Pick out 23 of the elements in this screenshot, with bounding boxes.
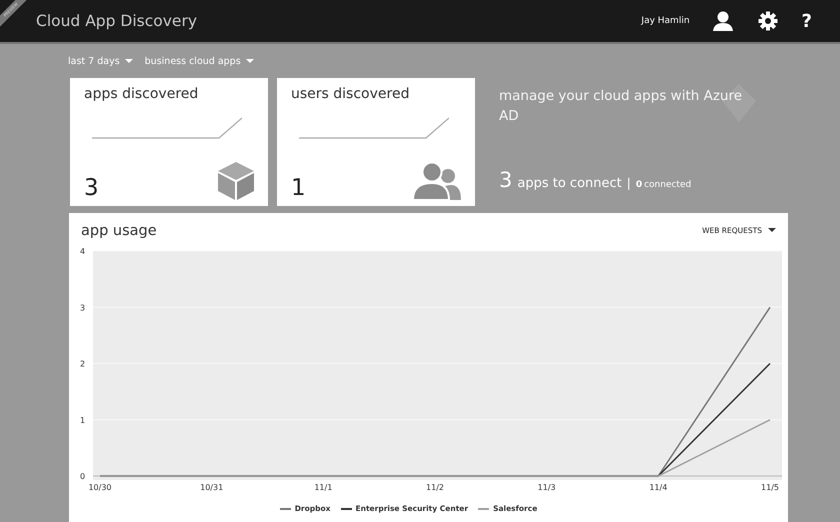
connected-count: 0 (636, 180, 642, 190)
x-tick-label: 10/30 (88, 483, 112, 492)
app-title: Cloud App Discovery (36, 12, 197, 30)
y-tick-label: 0 (80, 472, 86, 481)
tile-title: users discovered (291, 86, 410, 102)
separator: | (626, 176, 631, 190)
x-tick-label: 11/2 (426, 483, 444, 492)
card-title: app usage (81, 222, 157, 238)
tile-count: 1 (291, 177, 306, 200)
tile-count: 3 (84, 177, 99, 200)
x-tick-label: 11/1 (314, 483, 332, 492)
tile-title: apps discovered (84, 86, 200, 102)
apps-to-connect-label: apps to connect (517, 176, 622, 191)
y-tick-label: 4 (80, 248, 86, 256)
connected-label: connected (644, 180, 692, 190)
x-tick-label: 11/3 (538, 483, 556, 492)
x-tick-label: 11/5 (761, 483, 779, 492)
y-tick-label: 1 (80, 416, 86, 425)
x-tick-label: 10/31 (200, 483, 224, 492)
apps-to-connect-count: 3 (499, 168, 512, 192)
y-tick-label: 2 (80, 360, 86, 368)
x-tick-label: 11/4 (649, 483, 668, 492)
y-tick-label: 3 (80, 303, 86, 312)
